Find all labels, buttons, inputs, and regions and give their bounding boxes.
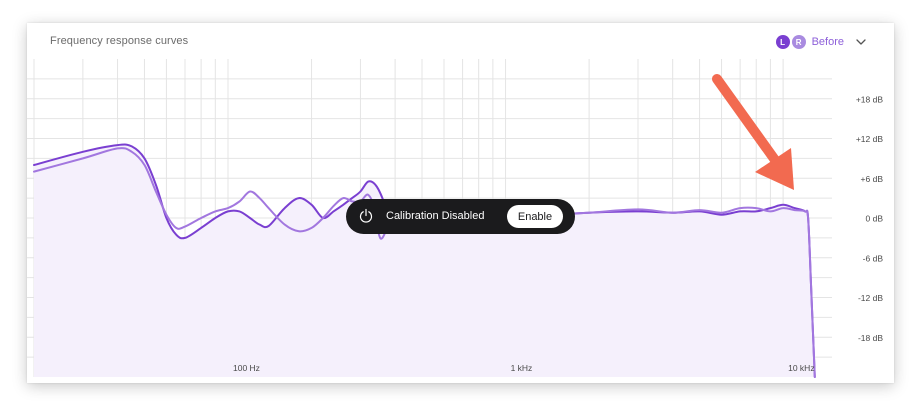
y-tick-label: 0 dB xyxy=(866,214,884,224)
chevron-down-icon[interactable] xyxy=(856,37,866,47)
y-tick-label: -6 dB xyxy=(863,253,884,263)
frequency-response-card: Frequency response curves L R Before +18… xyxy=(27,23,894,383)
right-channel-badge: R xyxy=(791,35,806,49)
power-icon[interactable] xyxy=(358,208,374,224)
enable-calibration-button[interactable]: Enable xyxy=(507,205,563,228)
x-tick-label: 1 kHz xyxy=(511,363,533,373)
state-label: Before xyxy=(811,36,844,48)
card-header: Frequency response curves L R Before xyxy=(27,23,894,59)
left-channel-badge: L xyxy=(775,35,790,49)
x-tick-label: 100 Hz xyxy=(233,363,260,373)
calibration-toast: Calibration Disabled Enable xyxy=(346,199,575,234)
y-tick-label: -18 dB xyxy=(858,333,883,343)
calibration-status-text: Calibration Disabled xyxy=(386,210,485,222)
y-tick-label: +18 dB xyxy=(856,94,884,104)
y-tick-label: +6 dB xyxy=(861,174,884,184)
y-tick-label: +12 dB xyxy=(856,134,884,144)
card-title: Frequency response curves xyxy=(50,35,189,47)
before-after-dropdown[interactable]: L R Before xyxy=(775,33,866,51)
x-tick-label: 10 kHz xyxy=(788,363,814,373)
y-tick-label: -12 dB xyxy=(858,293,883,303)
